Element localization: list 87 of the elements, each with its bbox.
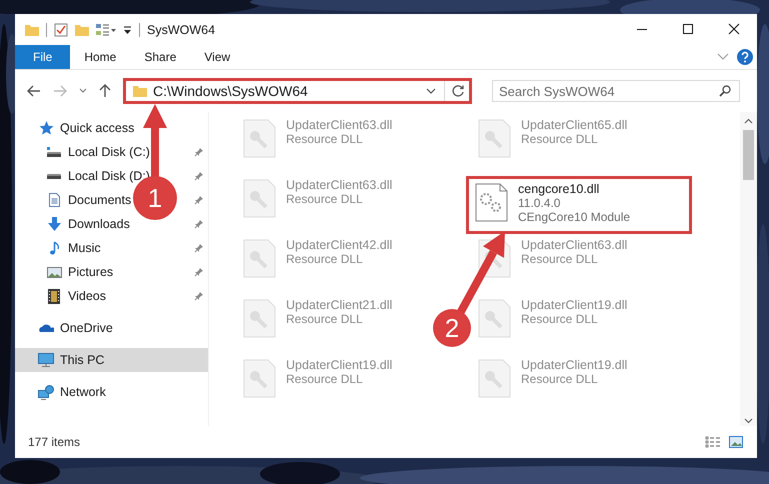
sidebar-item[interactable]: Local Disk (C:)	[46, 145, 150, 159]
file-name: cengcore10.dll	[518, 182, 600, 196]
pin-icon[interactable]	[194, 219, 204, 229]
file-name: UpdaterClient63.dll	[521, 238, 628, 252]
search-field[interactable]: Search SysWOW64	[492, 80, 740, 102]
file-name: UpdaterClient42.dll	[286, 238, 392, 252]
cloud-icon	[38, 324, 54, 332]
address-path: C:\Windows\SysWOW64	[153, 83, 309, 99]
refresh-icon[interactable]	[451, 84, 465, 98]
sidebar-item[interactable]: Videos	[46, 288, 106, 304]
ribbon-tab[interactable]: Share	[130, 45, 190, 69]
sidebar-item[interactable]: Downloads	[46, 217, 130, 231]
item-count: 177 items	[28, 435, 80, 449]
details-view-icon[interactable]	[705, 436, 721, 448]
file-tile[interactable]: cengcore10.dll 11.0.4.0 CEngCore10 Module	[466, 176, 692, 234]
scroll-thumb[interactable]	[743, 130, 754, 180]
file-type: Resource DLL	[521, 252, 599, 266]
file-name: UpdaterClient19.dll	[521, 298, 628, 312]
ribbon-tab[interactable]: View	[190, 45, 244, 69]
step-badge: 2	[433, 309, 471, 347]
sidebar-item[interactable]: Music	[46, 241, 101, 255]
address-bar[interactable]: C:\Windows\SysWOW64	[123, 78, 472, 104]
sidebar-item[interactable]: OneDrive	[38, 321, 113, 335]
file-icon	[243, 179, 276, 218]
view-options-icon[interactable]	[96, 22, 116, 36]
sidebar-item[interactable]: Quick access	[38, 121, 134, 135]
drive-icon	[47, 147, 61, 157]
expand-ribbon-icon[interactable]	[717, 53, 729, 61]
file-name: UpdaterClient65.dll	[521, 118, 628, 132]
file-type: Resource DLL	[521, 312, 599, 326]
picture-icon	[46, 266, 62, 278]
file-name: UpdaterClient63.dll	[286, 178, 392, 192]
sidebar-item[interactable]: This PC	[38, 353, 104, 367]
search-icon[interactable]	[719, 85, 731, 97]
file-name: UpdaterClient19.dll	[286, 358, 392, 372]
pin-icon[interactable]	[194, 171, 204, 181]
pin-icon[interactable]	[194, 147, 204, 157]
customize-toolbar-icon[interactable]	[123, 24, 132, 34]
drive-icon	[47, 174, 61, 178]
file-type: Resource DLL	[286, 192, 364, 206]
file-type: CEngCore10 Module	[518, 210, 630, 224]
star-icon	[38, 121, 54, 135]
file-version: 11.0.4.0	[518, 196, 562, 210]
sidebar-item[interactable]: Documents	[46, 193, 132, 207]
file-name: UpdaterClient21.dll	[286, 298, 392, 312]
large-icons-view-icon[interactable]	[729, 436, 743, 448]
file-type: Resource DLL	[286, 252, 364, 266]
ribbon-tab[interactable]: File	[15, 45, 70, 69]
file-type: Resource DLL	[521, 372, 599, 386]
file-type: Resource DLL	[286, 372, 364, 386]
file-icon	[243, 359, 276, 398]
sidebar-item[interactable]: Network	[38, 384, 106, 400]
download-arrow-icon	[48, 217, 60, 231]
ribbon-tab[interactable]: Home	[70, 45, 130, 69]
up-arrow-icon[interactable]	[99, 84, 111, 98]
file-type: Resource DLL	[286, 132, 364, 146]
file-icon	[478, 119, 511, 158]
sidebar-item[interactable]: Pictures	[46, 265, 114, 279]
recent-locations-icon[interactable]	[79, 88, 87, 94]
properties-icon[interactable]	[54, 22, 68, 36]
scroll-down-icon[interactable]	[744, 418, 753, 424]
file-type: Resource DLL	[521, 132, 599, 146]
scroll-up-icon[interactable]	[744, 118, 753, 124]
film-icon	[48, 288, 60, 304]
file-icon	[478, 359, 511, 398]
file-name: UpdaterClient19.dll	[521, 358, 628, 372]
file-icon	[478, 299, 511, 338]
file-icon	[243, 299, 276, 338]
pin-icon[interactable]	[194, 195, 204, 205]
pin-icon[interactable]	[194, 291, 204, 301]
scrollbar[interactable]	[740, 112, 757, 426]
folder-icon	[133, 85, 147, 97]
network-icon	[38, 384, 54, 400]
file-type: Resource DLL	[286, 312, 364, 326]
window-title: SysWOW64	[147, 22, 216, 36]
monitor-icon	[38, 353, 54, 367]
file-icon	[243, 119, 276, 158]
file-icon	[243, 239, 276, 278]
music-note-icon	[50, 241, 58, 255]
dropdown-chevron-icon[interactable]	[426, 88, 436, 94]
back-arrow-icon[interactable]	[27, 85, 41, 97]
file-name: UpdaterClient63.dll	[286, 118, 392, 132]
pin-icon[interactable]	[194, 267, 204, 277]
pin-icon[interactable]	[194, 243, 204, 253]
gear-file-icon	[475, 183, 508, 222]
document-icon	[48, 193, 60, 207]
help-icon[interactable]	[737, 49, 753, 65]
